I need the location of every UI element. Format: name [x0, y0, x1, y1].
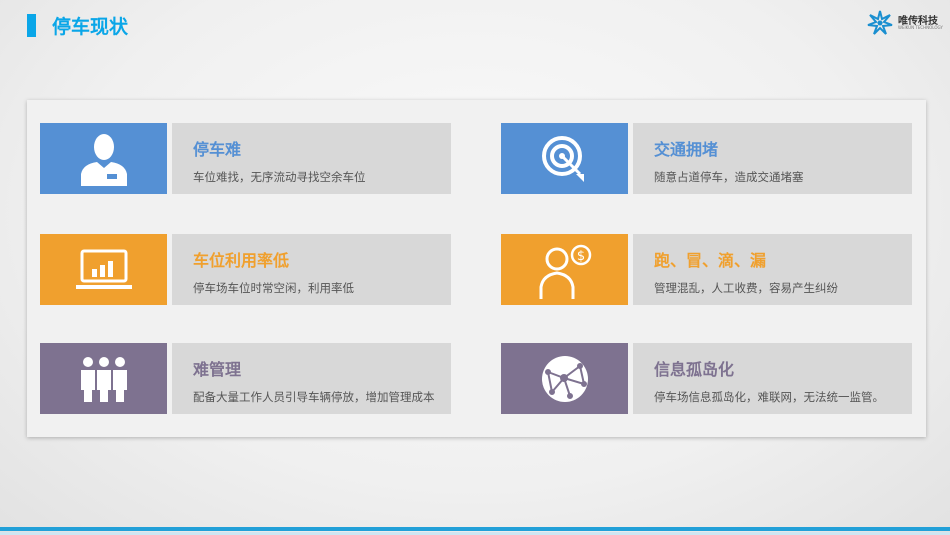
- card-title: 车位利用率低: [193, 251, 290, 270]
- card-title: 信息孤岛化: [654, 360, 735, 379]
- laptop-chart-icon: [40, 234, 167, 305]
- title-accent-bar: [27, 14, 36, 37]
- card-desc: 停车场信息孤岛化，难联网，无法统一监管。: [654, 390, 884, 404]
- logo: 唯传科技 WEIKUN TECHNOLOGY: [866, 9, 946, 39]
- page-title: 停车现状: [52, 16, 129, 38]
- card-parking-difficult: 停车难 车位难找，无序流动寻找空余车位: [172, 123, 451, 194]
- logo-star-icon: [867, 10, 893, 35]
- card-hard-management: 难管理 配备大量工作人员引导车辆停放，增加管理成本: [172, 343, 451, 414]
- footer-line: [0, 527, 950, 531]
- card-desc: 停车场车位时常空闲，利用率低: [193, 281, 354, 295]
- card-desc: 管理混乱，人工收费，容易产生纠纷: [654, 281, 838, 295]
- card-low-utilization: 车位利用率低 停车场车位时常空闲，利用率低: [172, 234, 451, 305]
- card-desc: 随意占道停车，造成交通堵塞: [654, 170, 804, 184]
- card-desc: 车位难找，无序流动寻找空余车位: [193, 170, 366, 184]
- card-leakage: 跑、冒、滴、漏 管理混乱，人工收费，容易产生纠纷: [633, 234, 912, 305]
- group-icon: [40, 343, 167, 414]
- card-desc: 配备大量工作人员引导车辆停放，增加管理成本: [193, 390, 435, 404]
- card-title: 难管理: [193, 360, 242, 379]
- network-globe-icon: [501, 343, 628, 414]
- cashier-icon: $: [501, 234, 628, 305]
- card-title: 停车难: [193, 140, 242, 159]
- target-icon: [501, 123, 628, 194]
- svg-text:$: $: [576, 249, 584, 264]
- logo-subtitle: WEIKUN TECHNOLOGY: [898, 25, 943, 30]
- card-information-island: 信息孤岛化 停车场信息孤岛化，难联网，无法统一监管。: [633, 343, 912, 414]
- card-traffic-jam: 交通拥堵 随意占道停车，造成交通堵塞: [633, 123, 912, 194]
- card-title: 交通拥堵: [654, 140, 719, 159]
- person-badge-icon: [40, 123, 167, 194]
- card-title: 跑、冒、滴、漏: [654, 251, 767, 270]
